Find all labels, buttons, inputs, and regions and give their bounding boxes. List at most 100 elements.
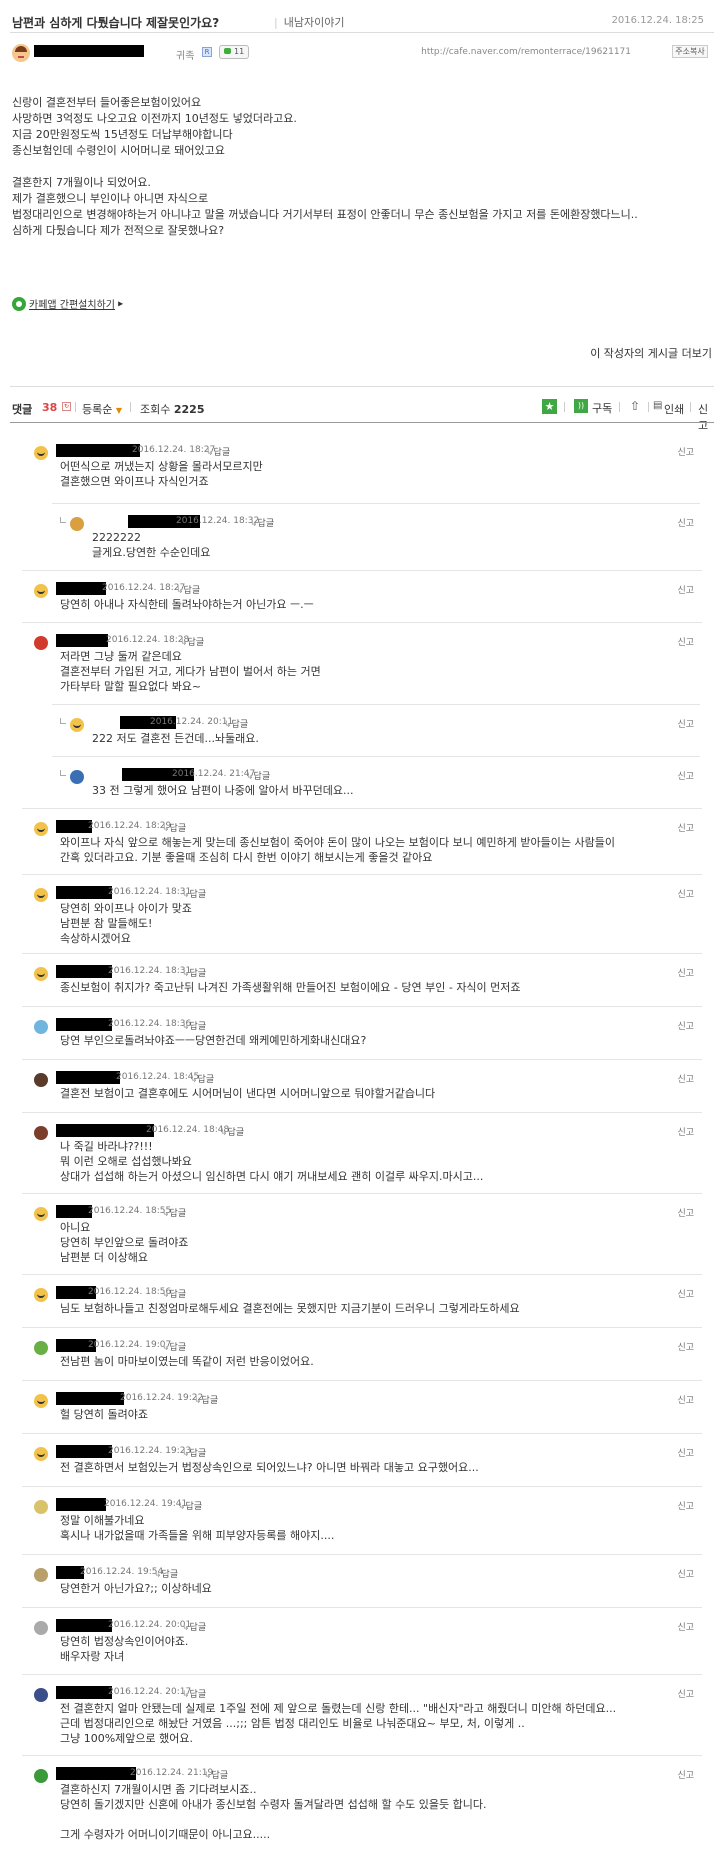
commenter-avatar[interactable]: [34, 636, 48, 650]
report-comment-button[interactable]: 신고: [677, 1287, 694, 1300]
commenter-avatar[interactable]: [34, 822, 48, 836]
reply-button[interactable]: ↳답글: [162, 1287, 186, 1300]
commenter-avatar[interactable]: [34, 1568, 48, 1582]
report-comment-button[interactable]: 신고: [677, 635, 694, 648]
reply-button[interactable]: ↳답글: [204, 1768, 228, 1781]
commenter-nickname-redacted[interactable]: [56, 1619, 112, 1632]
reply-button[interactable]: ↳답글: [250, 516, 274, 529]
commenter-avatar[interactable]: [34, 1621, 48, 1635]
reply-button[interactable]: ↳답글: [176, 583, 200, 596]
reply-label[interactable]: 답글: [170, 1290, 187, 1300]
report-comment-button[interactable]: 신고: [677, 1446, 694, 1459]
report-comment-button[interactable]: 신고: [677, 769, 694, 782]
reply-label[interactable]: 답글: [188, 638, 205, 648]
reply-button[interactable]: ↳답글: [182, 1687, 206, 1700]
commenter-nickname-redacted[interactable]: [56, 1392, 124, 1405]
commenter-nickname-redacted[interactable]: [56, 1498, 106, 1511]
reply-button[interactable]: ↳답글: [206, 445, 230, 458]
commenter-avatar[interactable]: [70, 770, 84, 784]
reply-label[interactable]: 답글: [190, 1449, 207, 1459]
commenter-avatar[interactable]: [34, 888, 48, 902]
reply-label[interactable]: 답글: [214, 448, 231, 458]
reply-label[interactable]: 답글: [184, 586, 201, 596]
reply-label[interactable]: 답글: [190, 1022, 207, 1032]
reply-label[interactable]: 답글: [170, 1343, 187, 1353]
report-comment-button[interactable]: 신고: [677, 821, 694, 834]
reply-button[interactable]: ↳답글: [190, 1072, 214, 1085]
reply-label[interactable]: 답글: [190, 1690, 207, 1700]
commenter-avatar[interactable]: [34, 1500, 48, 1514]
reply-label[interactable]: 답글: [254, 772, 271, 782]
reply-button[interactable]: ↳답글: [182, 1620, 206, 1633]
reply-button[interactable]: ↳답글: [178, 1499, 202, 1512]
commenter-nickname-redacted[interactable]: [56, 965, 112, 978]
report-comment-button[interactable]: 신고: [677, 717, 694, 730]
commenter-nickname-redacted[interactable]: [56, 444, 140, 457]
commenter-avatar[interactable]: [34, 1073, 48, 1087]
commenter-avatar[interactable]: [70, 718, 84, 732]
commenter-nickname-redacted[interactable]: [56, 1124, 154, 1137]
reply-button[interactable]: ↳답글: [246, 769, 270, 782]
report-comment-button[interactable]: 신고: [677, 1687, 694, 1700]
reply-button[interactable]: ↳답글: [182, 1446, 206, 1459]
commenter-nickname-redacted[interactable]: [56, 1018, 112, 1031]
commenter-avatar[interactable]: [34, 1447, 48, 1461]
report-comment-button[interactable]: 신고: [677, 445, 694, 458]
report-comment-button[interactable]: 신고: [677, 1340, 694, 1353]
report-comment-button[interactable]: 신고: [677, 516, 694, 529]
report-comment-button[interactable]: 신고: [677, 1125, 694, 1138]
reply-button[interactable]: ↳답글: [182, 1019, 206, 1032]
commenter-nickname-redacted[interactable]: [56, 1071, 120, 1084]
reply-label[interactable]: 답글: [186, 1502, 203, 1512]
reply-button[interactable]: ↳답글: [162, 1206, 186, 1219]
reply-button[interactable]: ↳답글: [162, 1340, 186, 1353]
reply-button[interactable]: ↳답글: [182, 966, 206, 979]
reply-button[interactable]: ↳답글: [182, 887, 206, 900]
commenter-nickname-redacted[interactable]: [56, 1445, 112, 1458]
reply-button[interactable]: ↳답글: [194, 1393, 218, 1406]
reply-label[interactable]: 답글: [258, 519, 275, 529]
commenter-nickname-redacted[interactable]: [56, 1686, 112, 1699]
report-comment-button[interactable]: 신고: [677, 1768, 694, 1781]
commenter-avatar[interactable]: [34, 584, 48, 598]
commenter-avatar[interactable]: [34, 446, 48, 460]
reply-label[interactable]: 답글: [162, 1570, 179, 1580]
commenter-nickname-redacted[interactable]: [56, 820, 92, 833]
report-comment-button[interactable]: 신고: [677, 887, 694, 900]
commenter-avatar[interactable]: [34, 1394, 48, 1408]
commenter-nickname-redacted[interactable]: [56, 634, 108, 647]
report-comment-button[interactable]: 신고: [677, 1393, 694, 1406]
reply-label[interactable]: 답글: [170, 824, 187, 834]
reply-label[interactable]: 답글: [232, 720, 249, 730]
reply-label[interactable]: 답글: [202, 1396, 219, 1406]
reply-button[interactable]: ↳답글: [154, 1567, 178, 1580]
commenter-nickname-redacted[interactable]: [56, 1205, 92, 1218]
report-comment-button[interactable]: 신고: [677, 1206, 694, 1219]
commenter-nickname-redacted[interactable]: [56, 582, 106, 595]
commenter-avatar[interactable]: [34, 1207, 48, 1221]
reply-label[interactable]: 답글: [198, 1075, 215, 1085]
report-comment-button[interactable]: 신고: [677, 1499, 694, 1512]
report-comment-button[interactable]: 신고: [677, 1019, 694, 1032]
commenter-avatar[interactable]: [34, 1341, 48, 1355]
commenter-avatar[interactable]: [34, 1769, 48, 1783]
reply-label[interactable]: 답글: [212, 1771, 229, 1781]
commenter-avatar[interactable]: [34, 967, 48, 981]
commenter-avatar[interactable]: [70, 517, 84, 531]
reply-label[interactable]: 답글: [190, 890, 207, 900]
commenter-nickname-redacted[interactable]: [56, 886, 112, 899]
commenter-avatar[interactable]: [34, 1020, 48, 1034]
commenter-avatar[interactable]: [34, 1126, 48, 1140]
reply-label[interactable]: 답글: [190, 1623, 207, 1633]
reply-label[interactable]: 답글: [228, 1128, 245, 1138]
reply-label[interactable]: 답글: [190, 969, 207, 979]
report-comment-button[interactable]: 신고: [677, 1072, 694, 1085]
report-comment-button[interactable]: 신고: [677, 1620, 694, 1633]
reply-button[interactable]: ↳답글: [162, 821, 186, 834]
report-comment-button[interactable]: 신고: [677, 1567, 694, 1580]
reply-button[interactable]: ↳답글: [220, 1125, 244, 1138]
reply-button[interactable]: ↳답글: [224, 717, 248, 730]
report-comment-button[interactable]: 신고: [677, 966, 694, 979]
reply-button[interactable]: ↳답글: [180, 635, 204, 648]
commenter-avatar[interactable]: [34, 1288, 48, 1302]
